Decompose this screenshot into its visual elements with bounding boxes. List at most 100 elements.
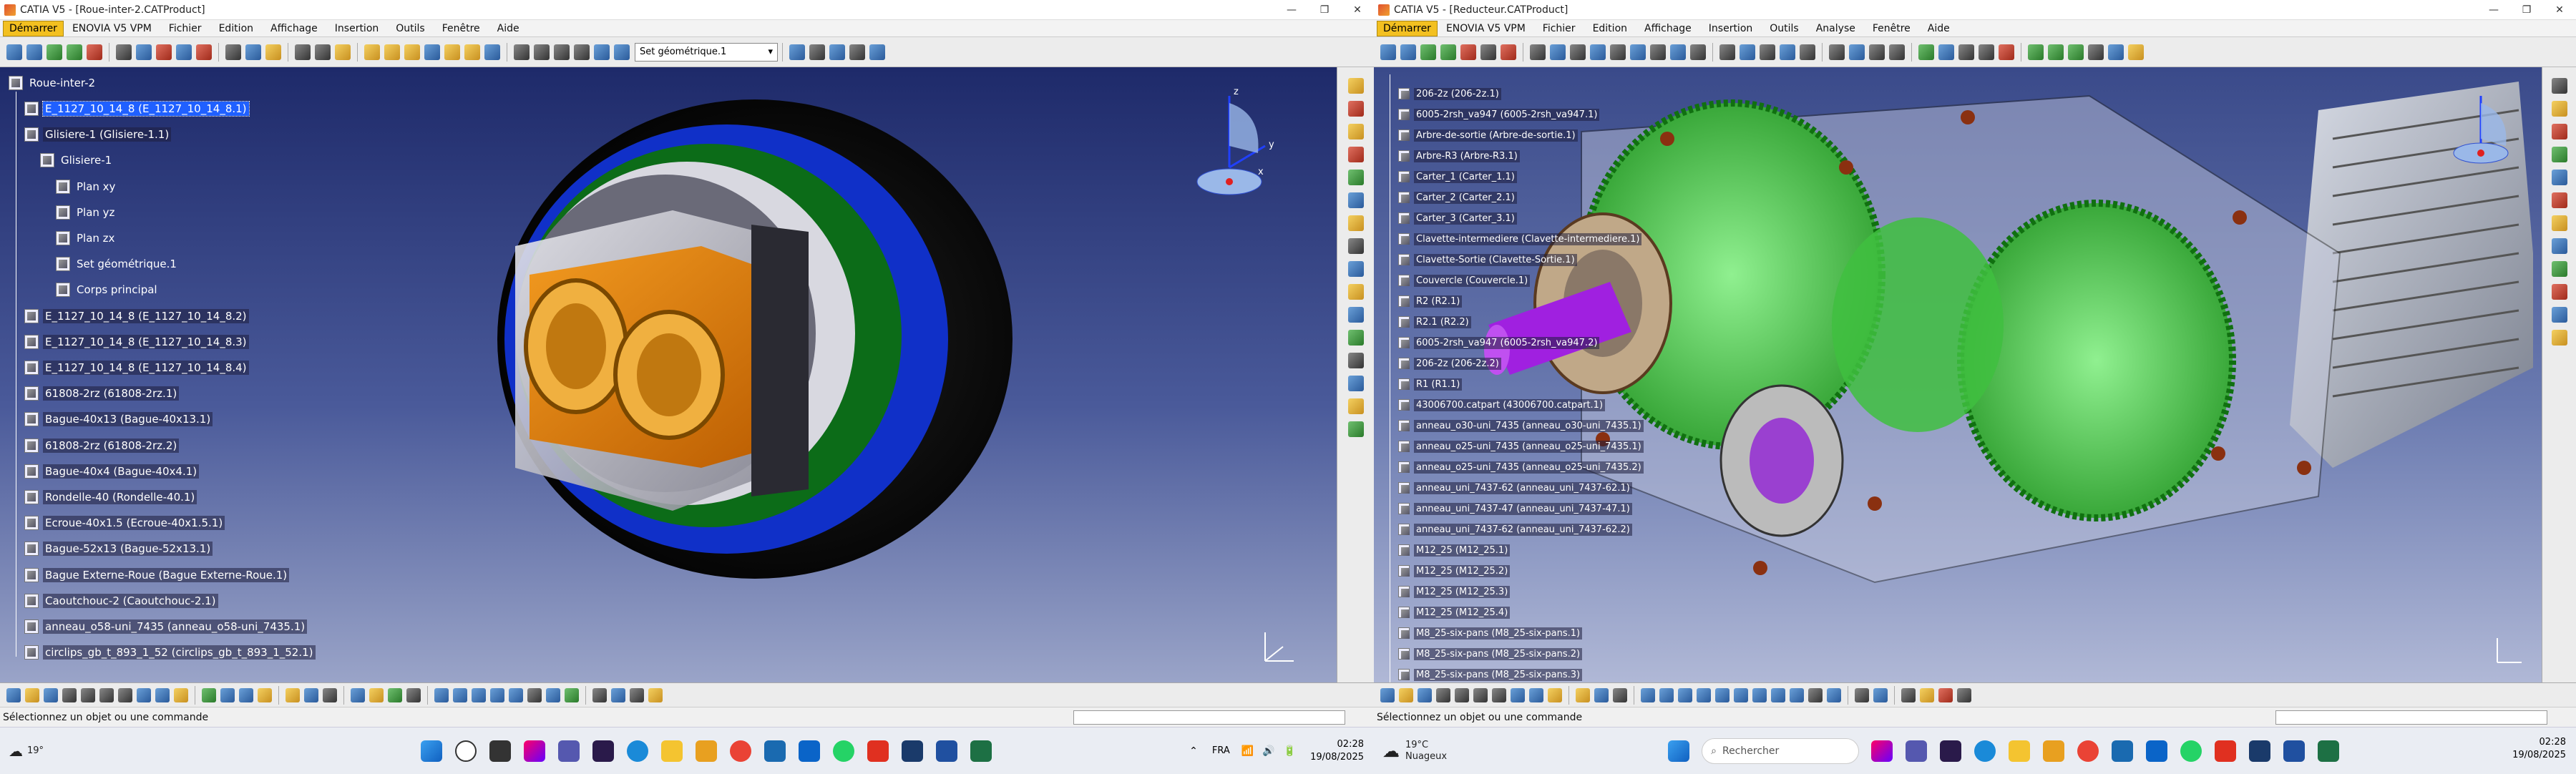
- tree-node[interactable]: circlips_gb_t_893_1_52 (circlips_gb_t_89…: [24, 644, 316, 661]
- search-icon[interactable]: [265, 44, 281, 60]
- formula-icon[interactable]: [286, 687, 300, 702]
- redo-icon[interactable]: [155, 687, 170, 702]
- measure-between-icon[interactable]: [1873, 687, 1888, 702]
- open-icon[interactable]: [1399, 687, 1413, 702]
- wifi-icon[interactable]: 📶: [1241, 745, 1254, 757]
- tree-node[interactable]: 61808-2rz (61808-2rz.1): [24, 385, 180, 402]
- task-view-icon[interactable]: [489, 740, 511, 762]
- tree-node[interactable]: Bague-52x13 (Bague-52x13.1): [24, 540, 213, 557]
- part-icon[interactable]: [2551, 147, 2567, 162]
- tree-node[interactable]: 206-2z (206-2z.2): [1398, 356, 1501, 371]
- catia-taskbar-icon[interactable]: [935, 740, 957, 762]
- close-icon[interactable]: ✕: [1341, 0, 1374, 20]
- design-table-icon[interactable]: [369, 687, 384, 702]
- clash-icon[interactable]: [1347, 421, 1364, 437]
- magnet-icon[interactable]: [87, 44, 102, 60]
- measure-item-icon[interactable]: [1901, 687, 1916, 702]
- magnet-icon[interactable]: [1460, 44, 1476, 60]
- tree-node[interactable]: Bague-40x4 (Bague-40x4.1): [24, 463, 200, 480]
- open-icon[interactable]: [25, 687, 39, 702]
- normal-view-bottom-icon[interactable]: [472, 687, 486, 702]
- tree-node[interactable]: Plan yz: [56, 204, 117, 221]
- whatsapp-icon[interactable]: [2180, 740, 2202, 762]
- normal-view-icon[interactable]: [574, 44, 590, 60]
- teams-icon[interactable]: [1906, 740, 1928, 762]
- outlook-icon[interactable]: [798, 740, 820, 762]
- bill-of-material-icon[interactable]: [2068, 44, 2084, 60]
- menu-fichier[interactable]: Fichier: [1534, 23, 1584, 34]
- tree-node[interactable]: Glisiere-1: [40, 152, 114, 169]
- battery-icon[interactable]: 🔋: [1284, 745, 1296, 757]
- graph-tree-icon[interactable]: [1347, 192, 1364, 208]
- numbering-icon[interactable]: [2551, 215, 2567, 231]
- tree-node[interactable]: 43006700.catpart (43006700.catpart.1): [1398, 397, 1606, 413]
- volume-icon[interactable]: 🔊: [1262, 745, 1274, 757]
- add-icon[interactable]: [1780, 44, 1795, 60]
- zoom-in-icon[interactable]: [434, 687, 449, 702]
- tree-node[interactable]: R1 (R1.1): [1398, 376, 1463, 392]
- offset-icon[interactable]: [1570, 44, 1586, 60]
- change-constraint-icon[interactable]: [1670, 44, 1686, 60]
- hide-show-icon[interactable]: [1808, 687, 1823, 702]
- update-analysis-icon[interactable]: [2108, 44, 2124, 60]
- clock[interactable]: 02:28 19/08/2025: [2512, 736, 2566, 762]
- explode-icon[interactable]: [1347, 398, 1364, 414]
- help-icon[interactable]: [1548, 687, 1562, 702]
- weather-widget[interactable]: ☁ 19°C Nuageux: [1382, 740, 1447, 763]
- chevron-up-icon[interactable]: ⌃: [1189, 745, 1198, 757]
- outlook-icon[interactable]: [2146, 740, 2168, 762]
- vscode-icon[interactable]: [2249, 740, 2271, 762]
- folder-icon[interactable]: [695, 740, 717, 762]
- chrome-icon[interactable]: [2077, 740, 2099, 762]
- tree-node[interactable]: Carter_2 (Carter_2.1): [1398, 190, 1517, 205]
- menu-insertion[interactable]: Insertion: [326, 23, 387, 34]
- tree-node[interactable]: Plan zx: [56, 230, 117, 247]
- arrow-left-icon[interactable]: [1380, 44, 1396, 60]
- knowledge-icon[interactable]: [304, 687, 318, 702]
- language-indicator[interactable]: FRA: [1212, 745, 1230, 756]
- tree-node[interactable]: M8_25-six-pans (M8_25-six-pans.3): [1398, 667, 1583, 682]
- tree-node[interactable]: R2 (R2.1): [1398, 293, 1463, 309]
- tree-root[interactable]: Roue-inter-2: [9, 74, 97, 92]
- tree-node[interactable]: M12_25 (M12_25.1): [1398, 542, 1511, 558]
- rib-icon[interactable]: [464, 44, 480, 60]
- normal-view-icon[interactable]: [1752, 687, 1767, 702]
- 3d-viewport-right[interactable]: 206-2z (206-2z.1) 6005-2rsh_va947 (6005-2…: [1374, 67, 2542, 682]
- dof-icon[interactable]: [2028, 44, 2044, 60]
- menu-outils[interactable]: Outils: [1761, 23, 1807, 34]
- contact-icon[interactable]: [1550, 44, 1566, 60]
- command-input[interactable]: [2275, 710, 2547, 725]
- cut-icon[interactable]: [1455, 687, 1469, 702]
- existing-component-icon[interactable]: [1347, 124, 1364, 139]
- tree-node[interactable]: Arbre-de-sortie (Arbre-de-sortie.1): [1398, 127, 1578, 143]
- hide-show-icon[interactable]: [527, 687, 542, 702]
- catia-taskbar-icon[interactable]: [2283, 740, 2306, 762]
- point-icon[interactable]: [295, 44, 311, 60]
- tree-node[interactable]: M12_25 (M12_25.2): [1398, 563, 1511, 579]
- taskbar-search[interactable]: ⌕ Rechercher: [1702, 738, 1860, 764]
- tree-node[interactable]: R2.1 (R2.2): [1398, 314, 1471, 330]
- table-icon[interactable]: [351, 687, 365, 702]
- filezilla-icon[interactable]: [867, 740, 889, 762]
- swap-visible-space-icon[interactable]: [1827, 687, 1841, 702]
- graph-tree-icon[interactable]: [2551, 192, 2567, 208]
- multi-instantiation-icon[interactable]: [2551, 238, 2567, 254]
- snap-constraint-icon[interactable]: [1347, 376, 1364, 391]
- snap-icon[interactable]: [136, 44, 152, 60]
- tree-node[interactable]: 6005-2rsh_va947 (6005-2rsh_va947.1): [1398, 107, 1600, 122]
- pocket-icon[interactable]: [384, 44, 400, 60]
- arrow-right-icon[interactable]: [26, 44, 42, 60]
- view-mode-icon[interactable]: [509, 687, 523, 702]
- fit-all-icon[interactable]: [1659, 687, 1674, 702]
- tree-node[interactable]: Glisiere-1 (Glisiere-1.1): [24, 126, 172, 143]
- windows-start-icon[interactable]: [1668, 740, 1690, 762]
- edge-icon[interactable]: [626, 740, 648, 762]
- copy-icon[interactable]: [99, 687, 114, 702]
- parameters-icon[interactable]: [323, 687, 337, 702]
- print-icon[interactable]: [1436, 687, 1450, 702]
- fix-together-icon[interactable]: [1610, 44, 1626, 60]
- rotate-view-icon[interactable]: [514, 44, 530, 60]
- menu-edition[interactable]: Edition: [1584, 23, 1636, 34]
- enhanced-scene-icon[interactable]: [1938, 44, 1954, 60]
- component-icon[interactable]: [2551, 124, 2567, 139]
